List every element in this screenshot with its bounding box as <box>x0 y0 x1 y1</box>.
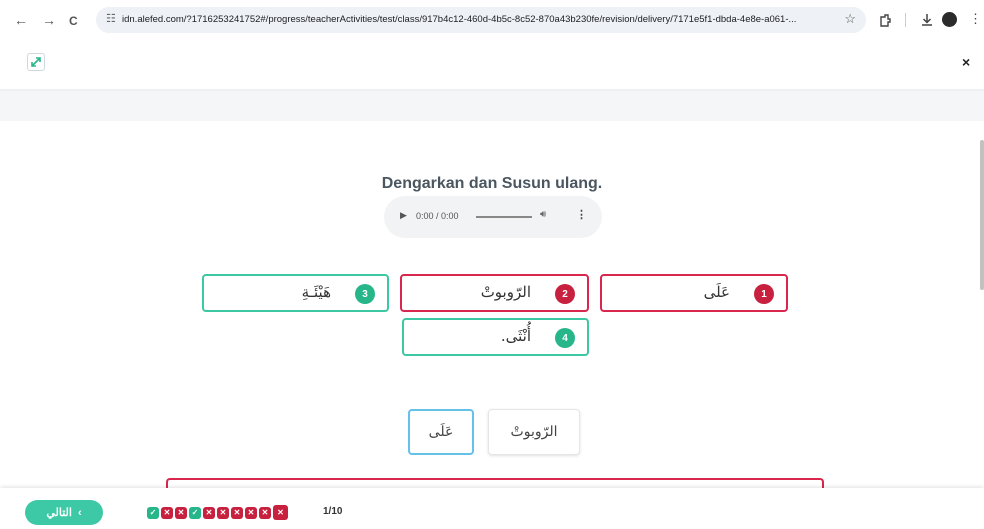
extensions-icon[interactable] <box>878 13 892 27</box>
answer-card-2: الرّوبوتْ 2 <box>400 274 589 312</box>
progress-wrong-icon[interactable]: ✕ <box>259 506 271 519</box>
bookmark-star-icon[interactable]: ☆ <box>844 11 856 27</box>
progress-correct-icon[interactable]: ✓ <box>147 506 159 519</box>
progress-wrong-icon[interactable]: ✕ <box>203 506 215 519</box>
url-text: idn.alefed.com/?1716253241752#/progress/… <box>122 14 797 25</box>
toolbar-divider <box>905 13 906 27</box>
expand-icon[interactable] <box>27 53 45 71</box>
question-progress: ✓ ✕ ✕ ✓ ✕ ✕ ✕ ✕ ✕ ✕ <box>147 505 288 520</box>
address-bar[interactable]: ☷ idn.alefed.com/?1716253241752#/progres… <box>96 7 866 33</box>
chevron-left-icon: ‹ <box>77 506 82 519</box>
progress-wrong-icon[interactable]: ✕ <box>245 506 257 519</box>
answer-position-badge: 1 <box>754 284 774 304</box>
browser-toolbar: ← → C ☷ idn.alefed.com/?1716253241752#/p… <box>0 0 984 40</box>
browser-menu-icon[interactable]: ⋮ <box>969 11 982 27</box>
answer-word: عَلَى <box>703 283 730 301</box>
answer-position-badge: 4 <box>555 328 575 348</box>
site-settings-icon[interactable]: ☷ <box>106 12 116 25</box>
question-title: Dengarkan dan Susun ulang. <box>381 175 603 192</box>
app-header <box>0 48 984 88</box>
word-choice[interactable]: الرّوبوتْ <box>488 409 580 455</box>
progress-correct-icon[interactable]: ✓ <box>189 506 201 519</box>
profile-avatar[interactable] <box>942 12 957 27</box>
content-top-band <box>0 91 984 121</box>
play-icon[interactable]: ▶ <box>400 210 407 221</box>
next-label: التالي <box>46 507 72 519</box>
answer-card-3: هَيْئَـةِ 3 <box>202 274 389 312</box>
progress-wrong-icon[interactable]: ✕ <box>217 506 229 519</box>
answer-position-badge: 2 <box>555 284 575 304</box>
answer-card-1: عَلَى 1 <box>600 274 788 312</box>
answer-card-4: أُنْثَى. 4 <box>402 318 589 356</box>
audio-seek-bar[interactable] <box>476 216 532 218</box>
progress-wrong-icon[interactable]: ✕ <box>231 506 243 519</box>
scrollbar-thumb[interactable] <box>980 140 984 290</box>
progress-wrong-icon[interactable]: ✕ <box>175 506 187 519</box>
audio-time: 0:00 / 0:00 <box>416 211 459 221</box>
forward-arrow-icon[interactable]: → <box>42 11 56 29</box>
next-button[interactable]: التالي ‹ <box>25 500 103 525</box>
progress-wrong-icon[interactable]: ✕ <box>273 505 288 520</box>
word-choice[interactable]: عَلَى <box>408 409 474 455</box>
answer-word: أُنْثَى. <box>500 327 531 345</box>
answer-word: هَيْئَـةِ <box>301 283 331 301</box>
progress-wrong-icon[interactable]: ✕ <box>161 506 173 519</box>
answer-word: الرّوبوتْ <box>480 283 531 301</box>
download-icon[interactable] <box>920 12 934 27</box>
audio-player[interactable]: ▶ 0:00 / 0:00 🔊︎ ⋮ <box>384 196 602 238</box>
audio-more-icon[interactable]: ⋮ <box>576 208 587 221</box>
volume-icon[interactable]: 🔊︎ <box>540 209 546 220</box>
answer-position-badge: 3 <box>355 284 375 304</box>
close-icon[interactable]: × <box>962 54 970 70</box>
back-arrow-icon[interactable]: ← <box>14 11 28 29</box>
reload-icon[interactable]: C <box>69 12 78 30</box>
progress-count: 1/10 <box>323 506 343 517</box>
